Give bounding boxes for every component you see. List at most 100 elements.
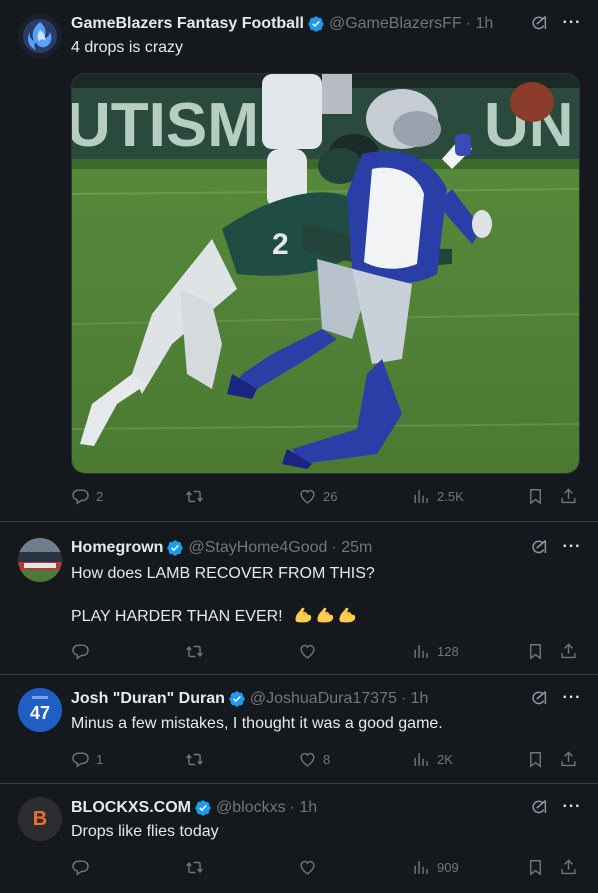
bookmark-icon	[530, 859, 541, 876]
share-icon	[561, 642, 576, 658]
emoji-group	[293, 607, 359, 625]
heart-icon	[300, 644, 315, 659]
football-play-image: UTISM UN 2	[72, 74, 579, 473]
author-handle[interactable]: @GameBlazersFF	[329, 15, 462, 33]
repost-icon	[186, 645, 203, 657]
post-actions: 2 26 2.5K	[71, 485, 580, 507]
reply-icon	[72, 751, 89, 768]
post-time[interactable]: · 1h	[401, 690, 429, 708]
more-options-icon[interactable]: ···	[562, 690, 582, 706]
heart-icon	[300, 860, 315, 875]
jersey-number-text: 2	[272, 228, 289, 261]
views-icon	[414, 860, 428, 874]
stadium-avatar-icon	[18, 538, 62, 582]
views-button[interactable]: 2K	[412, 748, 453, 770]
avatar[interactable]: 47	[18, 688, 62, 732]
author-handle[interactable]: @JoshuaDura17375	[250, 690, 397, 708]
repost-button[interactable]	[185, 856, 210, 878]
post-gameblazers[interactable]: GameBlazers Fantasy Football @GameBlazer…	[0, 0, 598, 522]
header-actions: ···	[530, 689, 582, 707]
grok-icon[interactable]	[530, 14, 548, 32]
reply-icon	[72, 643, 89, 660]
repost-button[interactable]	[185, 748, 210, 770]
more-options-icon[interactable]: ···	[562, 539, 582, 555]
author-handle[interactable]: @StayHome4Good	[188, 539, 327, 557]
flexed-biceps-icon	[339, 607, 356, 623]
bookmark-button[interactable]	[526, 856, 545, 878]
header-actions: ···	[530, 538, 582, 556]
post-header: Homegrown @StayHome4Good · 25m ···	[71, 538, 582, 558]
bookmark-button[interactable]	[526, 485, 545, 507]
bookmark-icon	[530, 488, 541, 505]
avatar[interactable]	[18, 538, 62, 582]
verified-badge-icon	[195, 800, 211, 816]
like-button[interactable]: 8	[298, 748, 330, 770]
verified-badge-icon	[167, 540, 184, 556]
post-text-line-1: How does LAMB RECOVER FROM THIS?	[71, 565, 375, 582]
post-video[interactable]: UTISM UN 2	[71, 73, 580, 474]
flexed-biceps-icon	[295, 607, 312, 623]
author-handle[interactable]: @blockxs	[216, 799, 286, 817]
post-blockxs[interactable]: B BLOCKXS.COM @blockxs · 1h ··· Drops li…	[0, 784, 598, 893]
post-homegrown[interactable]: Homegrown @StayHome4Good · 25m ··· How d…	[0, 522, 598, 675]
reply-button[interactable]: 2	[71, 485, 103, 507]
banner-left-text: UTISM	[72, 91, 259, 160]
like-count: 26	[323, 488, 338, 504]
post-time[interactable]: · 1h	[466, 15, 494, 33]
bookmark-icon	[530, 643, 541, 660]
grok-icon[interactable]	[530, 689, 548, 707]
post-text: Drops like flies today	[71, 823, 219, 840]
share-icon	[561, 858, 576, 874]
post-header: Josh "Duran" Duran @JoshuaDura17375 · 1h…	[71, 689, 582, 709]
post-text-line-2: PLAY HARDER THAN EVER!	[71, 606, 582, 627]
jersey-47-avatar-icon: 47	[18, 688, 62, 732]
views-button[interactable]: 128	[412, 640, 459, 662]
reply-button[interactable]	[71, 856, 96, 878]
views-button[interactable]: 2.5K	[412, 485, 464, 507]
post-time[interactable]: · 1h	[290, 799, 318, 817]
post-text-line-2-content: PLAY HARDER THAN EVER!	[71, 608, 283, 625]
like-button[interactable]	[298, 856, 323, 878]
grok-icon[interactable]	[530, 798, 548, 816]
avatar[interactable]: B	[18, 797, 62, 841]
reply-button[interactable]	[71, 640, 96, 662]
repost-button[interactable]	[185, 640, 210, 662]
post-josh-duran[interactable]: 47 Josh "Duran" Duran @JoshuaDura17375 ·…	[0, 675, 598, 784]
views-icon	[414, 489, 428, 503]
reply-icon	[72, 859, 89, 876]
more-options-icon[interactable]: ···	[562, 15, 582, 31]
share-button[interactable]	[559, 748, 578, 770]
share-button[interactable]	[559, 485, 578, 507]
bookmark-button[interactable]	[526, 748, 545, 770]
post-text: 4 drops is crazy	[71, 39, 184, 56]
author-name[interactable]: BLOCKXS.COM	[71, 799, 191, 817]
reply-button[interactable]: 1	[71, 748, 103, 770]
author-name[interactable]: GameBlazers Fantasy Football	[71, 15, 304, 33]
like-button[interactable]: 26	[298, 485, 337, 507]
author-name[interactable]: Josh "Duran" Duran	[71, 690, 225, 708]
heart-icon	[300, 489, 315, 504]
post-time[interactable]: · 25m	[331, 539, 372, 557]
more-options-icon[interactable]: ···	[562, 799, 582, 815]
like-count: 8	[323, 751, 331, 767]
reply-count: 1	[96, 751, 104, 767]
header-actions: ···	[530, 14, 582, 32]
like-button[interactable]	[298, 640, 323, 662]
grok-icon[interactable]	[530, 538, 548, 556]
heart-icon	[300, 752, 315, 767]
author-name[interactable]: Homegrown	[71, 539, 163, 557]
repost-icon	[186, 861, 203, 873]
avatar[interactable]	[18, 14, 62, 58]
header-actions: ···	[530, 798, 582, 816]
post-header: GameBlazers Fantasy Football @GameBlazer…	[71, 14, 582, 34]
views-button[interactable]: 909	[412, 856, 459, 878]
bookmark-button[interactable]	[526, 640, 545, 662]
share-button[interactable]	[559, 856, 578, 878]
repost-button[interactable]	[185, 485, 210, 507]
share-button[interactable]	[559, 640, 578, 662]
view-count: 909	[437, 859, 459, 875]
verified-badge-icon	[308, 16, 324, 32]
view-count: 128	[437, 643, 459, 659]
post-actions: 1 8 2K	[71, 748, 580, 770]
view-count: 2K	[437, 751, 453, 767]
